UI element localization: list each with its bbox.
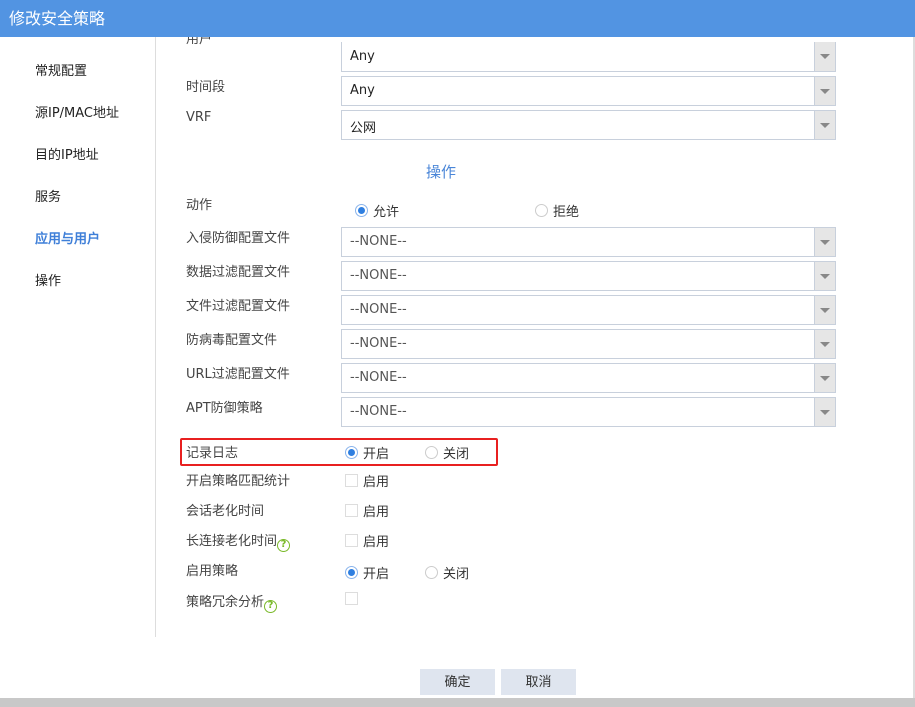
radio-enable-on[interactable]: 开启	[345, 563, 389, 582]
checkbox-icon	[345, 504, 358, 517]
sidebar-item-destination[interactable]: 目的IP地址	[35, 144, 99, 163]
sidebar-item-action[interactable]: 操作	[35, 270, 61, 289]
select-value: --NONE--	[350, 404, 407, 419]
bottom-bar	[0, 698, 915, 707]
checkbox-icon	[345, 592, 358, 605]
session-aging-checkbox[interactable]: 启用	[345, 501, 389, 520]
vrf-value: 公网	[350, 121, 377, 136]
enable-policy-label: 启用策略	[186, 564, 239, 579]
radio-icon	[355, 204, 368, 217]
match-stats-label: 开启策略匹配统计	[186, 474, 291, 489]
radio-deny[interactable]: 拒绝	[535, 201, 579, 220]
radio-label: 开启	[363, 567, 390, 582]
cancel-button[interactable]: 取消	[501, 669, 576, 695]
action-label: 动作	[186, 198, 213, 213]
select-value: --NONE--	[350, 370, 407, 385]
radio-icon	[535, 204, 548, 217]
redundancy-checkbox[interactable]	[345, 592, 358, 605]
antivirus-profile-select[interactable]: --NONE--	[341, 329, 836, 359]
data-filter-profile-select[interactable]: --NONE--	[341, 261, 836, 291]
url-filter-profile-select[interactable]: --NONE--	[341, 363, 836, 393]
select-value: --NONE--	[350, 336, 407, 351]
help-icon[interactable]: ?	[264, 600, 278, 613]
vrf-select[interactable]: 公网	[341, 110, 836, 140]
profile-label: 防病毒配置文件	[186, 333, 278, 348]
radio-label: 关闭	[443, 447, 470, 462]
long-conn-aging-label: 长连接老化时间?	[186, 530, 291, 552]
schedule-select[interactable]: Any	[341, 76, 836, 106]
sidebar-item-service[interactable]: 服务	[35, 186, 61, 205]
checkbox-label: 启用	[363, 535, 390, 550]
dialog-title: 修改安全策略	[0, 0, 915, 37]
sidebar-item-source[interactable]: 源IP/MAC地址	[35, 102, 119, 121]
session-aging-label: 会话老化时间	[186, 504, 265, 519]
radio-label: 拒绝	[553, 205, 580, 220]
chevron-down-icon	[814, 330, 835, 358]
checkbox-label: 启用	[363, 475, 390, 490]
log-label: 记录日志	[186, 446, 239, 461]
checkbox-icon	[345, 474, 358, 487]
user-select[interactable]: Any	[341, 42, 836, 72]
ok-button[interactable]: 确定	[420, 669, 495, 695]
radio-label: 关闭	[443, 567, 470, 582]
radio-permit[interactable]: 允许	[355, 201, 399, 220]
help-icon[interactable]: ?	[277, 539, 291, 552]
profile-label: 数据过滤配置文件	[186, 265, 291, 280]
chevron-down-icon	[814, 42, 835, 71]
apt-policy-select[interactable]: --NONE--	[341, 397, 836, 427]
field-label-schedule: 时间段	[186, 80, 226, 95]
profile-label: 文件过滤配置文件	[186, 299, 291, 314]
sidebar: 常规配置 源IP/MAC地址 目的IP地址 服务 应用与用户 操作	[0, 37, 156, 637]
radio-label: 开启	[363, 447, 390, 462]
chevron-down-icon	[814, 77, 835, 105]
profile-label: APT防御策略	[186, 401, 263, 416]
schedule-value: Any	[350, 83, 375, 98]
checkbox-icon	[345, 534, 358, 547]
chevron-down-icon	[814, 364, 835, 392]
radio-icon	[425, 446, 438, 459]
chevron-down-icon	[814, 228, 835, 256]
sidebar-item-general[interactable]: 常规配置	[35, 60, 87, 79]
section-title: 操作	[426, 163, 457, 181]
user-value: Any	[350, 49, 375, 64]
chevron-down-icon	[814, 111, 835, 139]
field-label-vrf: VRF	[186, 110, 212, 125]
select-value: --NONE--	[350, 234, 407, 249]
radio-icon	[345, 566, 358, 579]
select-value: --NONE--	[350, 302, 407, 317]
select-value: --NONE--	[350, 268, 407, 283]
chevron-down-icon	[814, 296, 835, 324]
field-label-user: 用户	[186, 37, 213, 47]
label-text: 长连接老化时间	[186, 534, 278, 549]
chevron-down-icon	[814, 262, 835, 290]
profile-label: URL过滤配置文件	[186, 367, 290, 382]
radio-enable-off[interactable]: 关闭	[425, 563, 469, 582]
chevron-down-icon	[814, 398, 835, 426]
radio-log-off[interactable]: 关闭	[425, 443, 469, 462]
file-filter-profile-select[interactable]: --NONE--	[341, 295, 836, 325]
redundancy-label: 策略冗余分析?	[186, 591, 278, 613]
radio-icon	[345, 446, 358, 459]
radio-label: 允许	[373, 205, 400, 220]
match-stats-checkbox[interactable]: 启用	[345, 471, 389, 490]
radio-icon	[425, 566, 438, 579]
checkbox-label: 启用	[363, 505, 390, 520]
label-text: 策略冗余分析	[186, 595, 265, 610]
long-conn-aging-checkbox[interactable]: 启用	[345, 531, 389, 550]
radio-log-on[interactable]: 开启	[345, 443, 389, 462]
profile-label: 入侵防御配置文件	[186, 231, 291, 246]
sidebar-item-app-user[interactable]: 应用与用户	[35, 228, 100, 247]
ips-profile-select[interactable]: --NONE--	[341, 227, 836, 257]
